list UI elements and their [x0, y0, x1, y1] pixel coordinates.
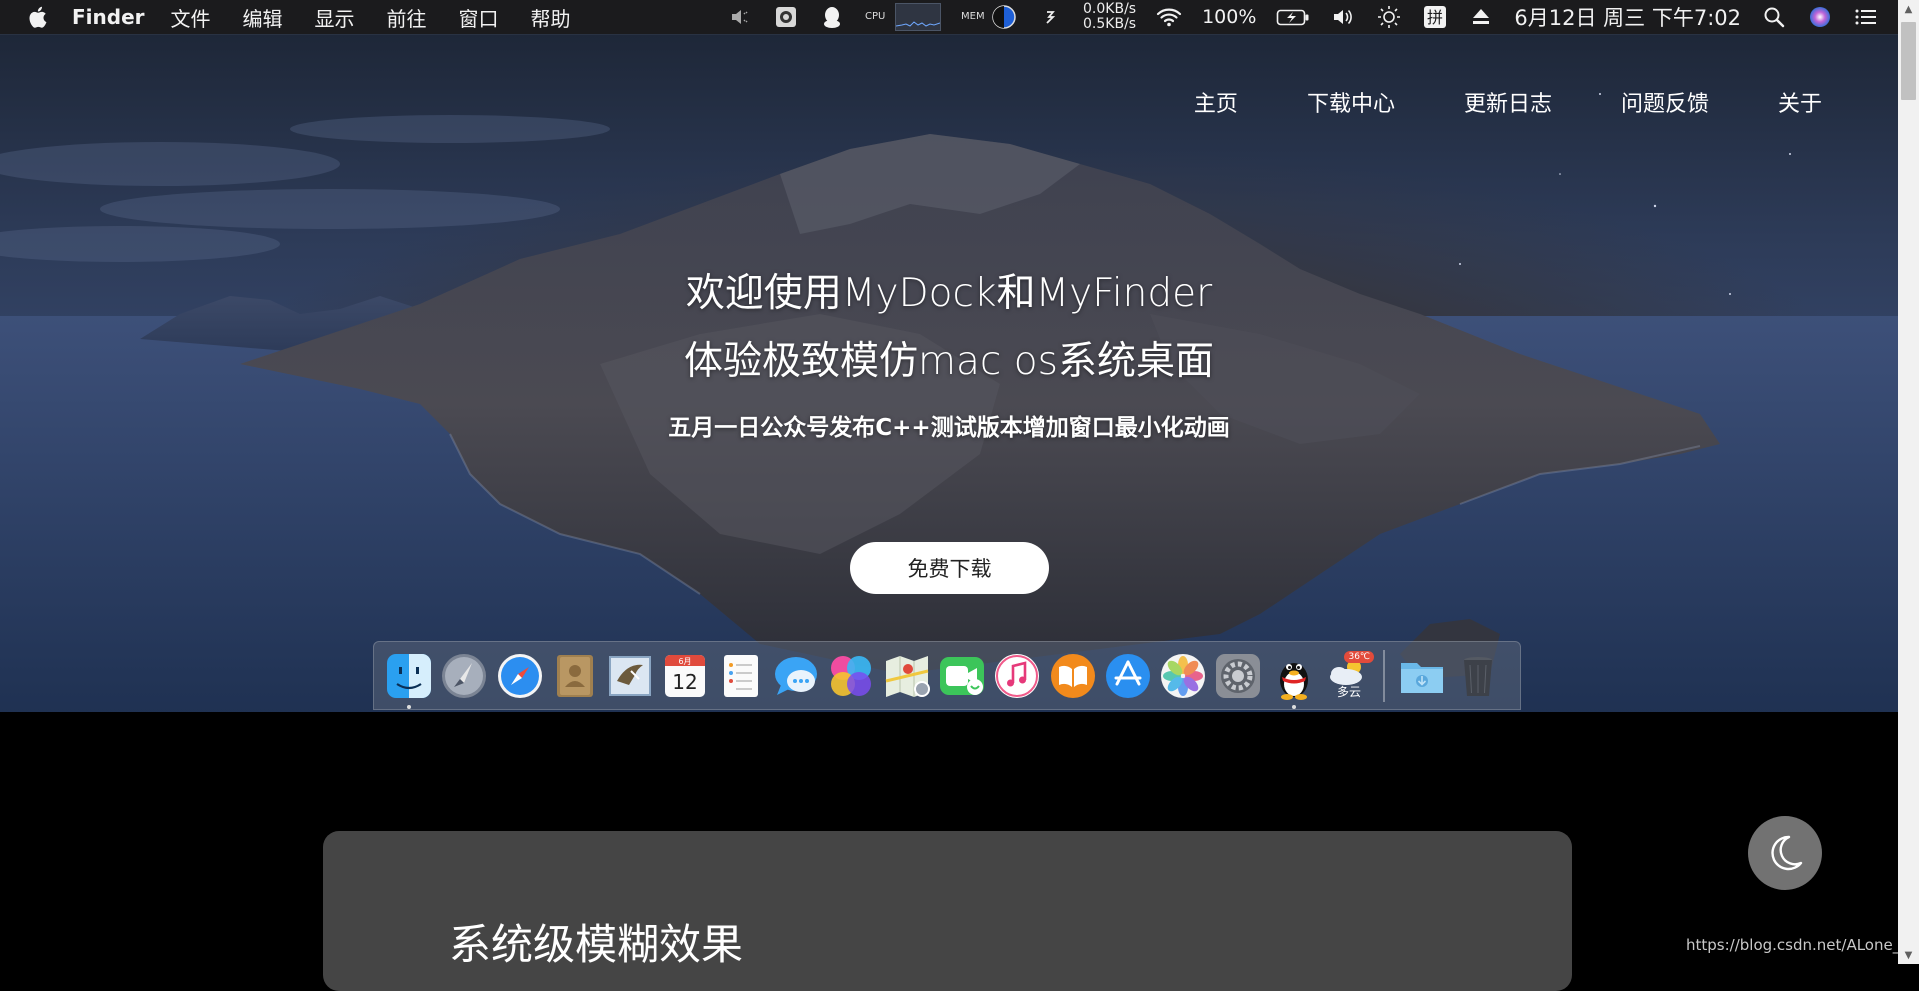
- menu-edit[interactable]: 编辑: [243, 3, 283, 32]
- dock-trash[interactable]: [1453, 651, 1503, 701]
- notification-center-icon[interactable]: [1853, 4, 1879, 30]
- app-store-icon: [1105, 653, 1150, 698]
- page-scrollbar[interactable]: ▲ ▼: [1898, 0, 1919, 964]
- cpu-graph[interactable]: [895, 3, 942, 31]
- feature-card: 系统级模糊效果: [323, 831, 1572, 991]
- menu-help[interactable]: 帮助: [531, 3, 571, 32]
- hero-headline-1: 欢迎使用MyDock和MyFinder: [685, 271, 1213, 316]
- siri-icon[interactable]: [1807, 4, 1833, 30]
- qq-penguin-icon: [1279, 662, 1308, 700]
- hero-section: 主页 下载中心 更新日志 问题反馈 关于 欢迎使用MyDock和MyFinder…: [0, 34, 1898, 712]
- dock-safari[interactable]: [495, 651, 545, 701]
- dock-ibooks[interactable]: [1048, 651, 1098, 701]
- brightness-icon[interactable]: [1376, 4, 1402, 30]
- ibooks-icon: [1050, 653, 1095, 698]
- menubar-clock[interactable]: 6月12日 周三 下午7:02: [1514, 2, 1741, 32]
- scroll-down-arrow-icon[interactable]: ▼: [1898, 946, 1919, 964]
- nav-download-center[interactable]: 下载中心: [1307, 86, 1395, 118]
- network-speed[interactable]: 0.0KB/s 0.5KB/s: [1083, 2, 1136, 32]
- dock-contacts[interactable]: [550, 651, 600, 701]
- nav-home[interactable]: 主页: [1194, 86, 1238, 118]
- game-center-icon: [831, 655, 872, 696]
- top-navigation: 主页 下载中心 更新日志 问题反馈 关于: [1194, 86, 1822, 118]
- dock-app-store[interactable]: [1103, 651, 1153, 701]
- reminders-icon: [723, 654, 758, 697]
- dock-weather[interactable]: 36℃ 多云: [1324, 650, 1375, 701]
- eject-icon[interactable]: [1468, 4, 1494, 30]
- refresh-icon[interactable]: [1037, 4, 1063, 30]
- launchpad-icon: [442, 653, 487, 698]
- volume-icon[interactable]: [1330, 4, 1356, 30]
- dock: 6月 12 36℃ 多云: [373, 641, 1521, 710]
- app-name[interactable]: Finder: [72, 5, 145, 29]
- free-download-button[interactable]: 免费下载: [850, 542, 1049, 594]
- dock-maps[interactable]: [882, 651, 932, 701]
- dark-mode-toggle[interactable]: [1748, 816, 1822, 890]
- running-indicator: [1291, 704, 1296, 709]
- nav-feedback[interactable]: 问题反馈: [1621, 86, 1709, 118]
- weather-temperature: 36℃: [1344, 650, 1375, 663]
- calendar-icon: 6月 12: [665, 654, 706, 697]
- menu-bar: Finder 文件 编辑 显示 前往 窗口 帮助 CPU MEM 0.0KB/s…: [0, 0, 1919, 34]
- dock-separator: [1383, 649, 1386, 702]
- safari-icon: [497, 653, 542, 698]
- dock-messages[interactable]: [771, 651, 821, 701]
- moon-icon: [1771, 835, 1803, 871]
- apple-logo-icon[interactable]: [28, 5, 50, 29]
- svg-text:拼: 拼: [1427, 8, 1443, 27]
- hero-subline: 五月一日公众号发布C++测试版本增加窗口最小化动画: [668, 415, 1230, 441]
- calendar-day: 12: [673, 670, 698, 694]
- finder-icon: [387, 653, 431, 698]
- watermark-url: https://blog.csdn.net/ALone_cat: [1686, 936, 1899, 954]
- dock-qq[interactable]: [1269, 651, 1319, 709]
- dock-launchpad[interactable]: [439, 651, 489, 701]
- speaker-mute-icon[interactable]: [727, 4, 753, 30]
- feature-card-title: 系统级模糊效果: [449, 920, 744, 969]
- battery-percent[interactable]: 100%: [1202, 6, 1256, 28]
- dock-system-preferences[interactable]: [1213, 651, 1263, 701]
- menu-view[interactable]: 显示: [315, 3, 355, 32]
- dock-game-center[interactable]: [826, 651, 876, 701]
- pinyin-input-icon[interactable]: 拼: [1422, 4, 1448, 30]
- qq-icon[interactable]: [819, 4, 845, 30]
- dock-itunes[interactable]: [992, 651, 1042, 701]
- contacts-icon: [556, 654, 593, 697]
- wifi-icon[interactable]: [1156, 4, 1182, 30]
- menu-window[interactable]: 窗口: [459, 3, 499, 32]
- menu-file[interactable]: 文件: [171, 3, 211, 32]
- battery-charging-icon[interactable]: [1276, 4, 1310, 30]
- facetime-icon: [939, 656, 984, 695]
- dock-photos[interactable]: [1158, 651, 1208, 701]
- dock-facetime[interactable]: [937, 651, 987, 701]
- hero-headline-2: 体验极致模仿mac os系统桌面: [684, 339, 1214, 384]
- calendar-month: 6月: [679, 657, 692, 666]
- mem-label: MEM: [961, 11, 985, 22]
- messages-icon: [775, 656, 818, 695]
- downloads-folder-icon: [1401, 662, 1444, 693]
- trash-icon: [1463, 656, 1492, 696]
- maps-icon: [885, 655, 930, 697]
- dock-calendar[interactable]: 6月 12: [660, 651, 710, 701]
- net-upload: 0.0KB/s: [1083, 1, 1137, 17]
- spotlight-search-icon[interactable]: [1761, 4, 1787, 30]
- screenshot-icon[interactable]: [773, 4, 799, 30]
- scrollbar-thumb[interactable]: [1901, 22, 1916, 100]
- dock-downloads-folder[interactable]: [1397, 651, 1447, 701]
- net-download: 0.5KB/s: [1083, 16, 1137, 32]
- memory-pie-icon[interactable]: [991, 4, 1017, 30]
- scroll-up-arrow-icon[interactable]: ▲: [1898, 0, 1919, 18]
- running-indicator: [407, 704, 411, 709]
- dock-reminders[interactable]: [716, 651, 766, 701]
- nav-changelog[interactable]: 更新日志: [1464, 86, 1552, 118]
- menu-go[interactable]: 前往: [387, 3, 427, 32]
- cpu-label: CPU: [865, 11, 886, 22]
- photos-icon: [1161, 653, 1206, 698]
- system-preferences-icon: [1216, 653, 1261, 698]
- weather-condition: 多云: [1337, 684, 1362, 699]
- dock-finder[interactable]: [384, 651, 434, 709]
- mail-icon: [609, 655, 652, 696]
- itunes-icon: [995, 653, 1040, 698]
- dock-mail[interactable]: [605, 651, 655, 701]
- nav-about[interactable]: 关于: [1778, 86, 1822, 118]
